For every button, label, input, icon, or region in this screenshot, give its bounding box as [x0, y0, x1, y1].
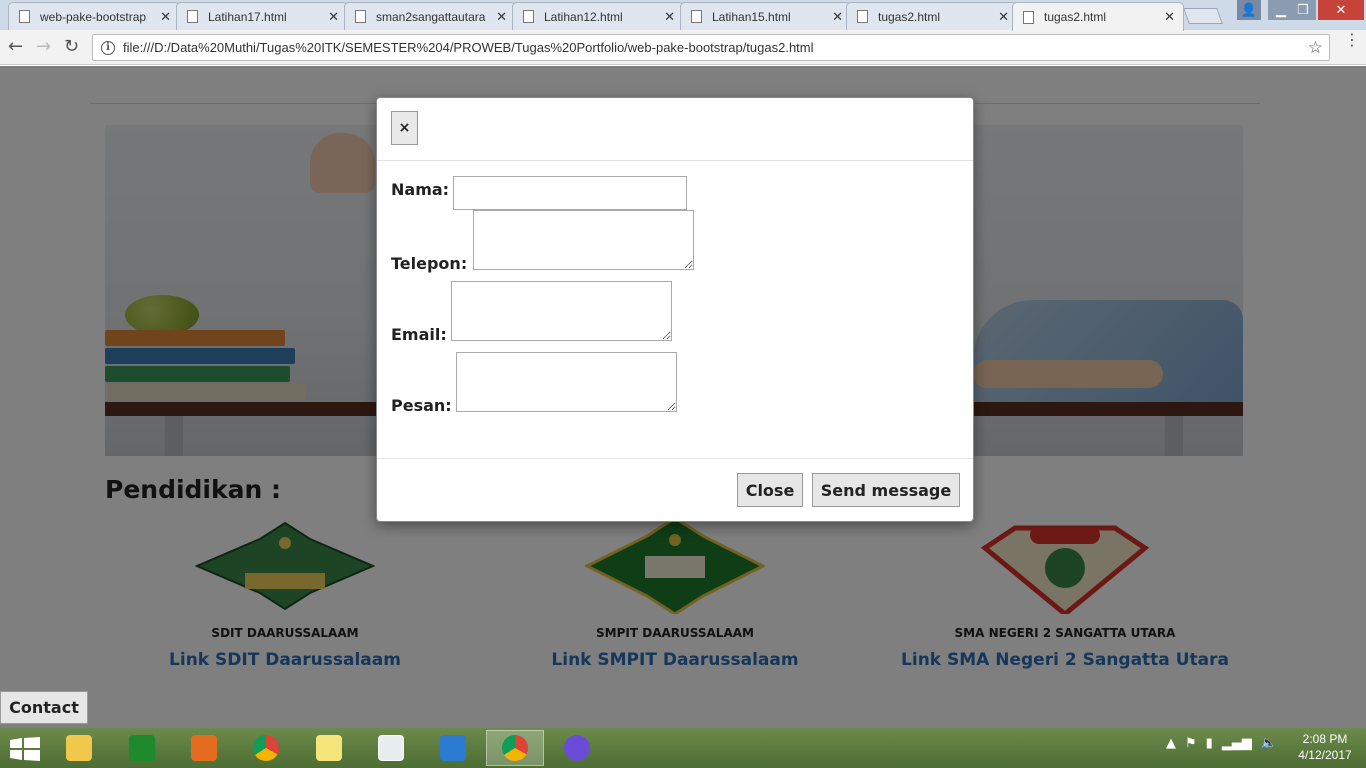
media-player-icon[interactable] [175, 730, 233, 766]
page-icon [1023, 10, 1034, 24]
tab-close-icon[interactable]: ✕ [160, 9, 171, 25]
file-explorer-icon[interactable] [50, 730, 108, 766]
nama-label: Nama: [391, 180, 450, 199]
signal-icon[interactable]: ▂▄▆ [1222, 736, 1252, 751]
telepon-textarea[interactable] [473, 210, 694, 270]
tab-tugas2-active[interactable]: tugas2.html ✕ [1012, 2, 1184, 31]
tab-title: Latihan17.html [208, 9, 287, 24]
page-icon [355, 10, 366, 23]
modal-close-icon[interactable]: × [391, 111, 418, 145]
flag-icon[interactable]: ⚑ [1185, 736, 1197, 751]
tab-close-icon[interactable]: ✕ [496, 9, 507, 25]
maximize-icon[interactable]: ❐ [1290, 0, 1316, 20]
user-profile-icon[interactable]: 👤 [1237, 0, 1261, 20]
tab-sman2sangattautara[interactable]: sman2sangattautara ✕ [344, 2, 516, 30]
store-icon[interactable] [113, 730, 171, 766]
modal-body: Nama: Telepon: Email: Pesan: [377, 161, 973, 459]
news-icon [378, 735, 404, 761]
telepon-label: Telepon: [391, 254, 468, 273]
cat-app-icon[interactable] [548, 730, 606, 766]
send-message-button[interactable]: Send message [812, 473, 960, 507]
modal-footer: Close Send message [377, 459, 973, 521]
note-icon [316, 735, 342, 761]
network-icon[interactable]: ▮ [1206, 736, 1213, 751]
tab-close-icon[interactable]: ✕ [1164, 9, 1175, 25]
tab-title: Latihan15.html [712, 9, 791, 24]
address-bar[interactable]: i file:///D:/Data%20Muthi/Tugas%20ITK/SE… [92, 34, 1330, 61]
tab-close-icon[interactable]: ✕ [832, 9, 843, 25]
pesan-label: Pesan: [391, 396, 452, 415]
tab-latihan12[interactable]: Latihan12.html ✕ [512, 2, 684, 30]
close-button[interactable]: Close [737, 473, 803, 507]
tab-title: tugas2.html [878, 9, 941, 24]
windows-taskbar: ▲ ⚑ ▮ ▂▄▆ 🔈 2:08 PM 4/12/2017 [0, 728, 1366, 768]
tab-close-icon[interactable]: ✕ [664, 9, 675, 25]
pesan-textarea[interactable] [456, 352, 677, 412]
news-app-icon[interactable] [362, 730, 420, 766]
play-icon [191, 735, 217, 761]
contact-modal: × Nama: Telepon: Email: Pesan: Close Sen… [376, 97, 974, 522]
brackets-logo-icon [440, 735, 466, 761]
reload-icon[interactable]: ↻ [64, 36, 79, 57]
system-tray: ▲ ⚑ ▮ ▂▄▆ 🔈 [1166, 736, 1277, 751]
sticky-notes-icon[interactable] [300, 730, 358, 766]
tab-title: sman2sangattautara [376, 9, 486, 24]
cat-icon [564, 735, 590, 761]
back-arrow-icon[interactable]: ← [8, 36, 23, 57]
chrome-logo-icon [253, 735, 279, 761]
clock-time: 2:08 PM [1302, 732, 1348, 746]
page-icon [691, 10, 702, 23]
tab-latihan17[interactable]: Latihan17.html ✕ [176, 2, 348, 30]
tab-web-pake-bootstrap[interactable]: web-pake-bootstrap ✕ [8, 2, 180, 30]
email-textarea[interactable] [451, 281, 672, 341]
new-tab-button[interactable] [1183, 8, 1223, 24]
tray-expand-icon[interactable]: ▲ [1166, 736, 1176, 751]
chrome-icon[interactable] [237, 730, 295, 766]
tab-close-icon[interactable]: ✕ [328, 9, 339, 25]
chrome-active-icon[interactable] [486, 730, 544, 766]
store-bag-icon [129, 735, 155, 761]
info-icon[interactable]: i [101, 40, 115, 55]
taskbar-clock[interactable]: 2:08 PM 4/12/2017 [1290, 731, 1360, 763]
browser-toolbar: ← → ↻ i file:///D:/Data%20Muthi/Tugas%20… [0, 30, 1366, 65]
tab-tugas2-a[interactable]: tugas2.html ✕ [846, 2, 1018, 30]
browser-tabstrip: web-pake-bootstrap ✕ Latihan17.html ✕ sm… [0, 0, 1366, 31]
page-icon [857, 10, 868, 23]
window-close-icon[interactable]: ✕ [1318, 0, 1364, 20]
tab-title: web-pake-bootstrap [40, 9, 147, 24]
bookmark-star-icon[interactable]: ☆ [1308, 38, 1323, 58]
modal-header: × [377, 98, 973, 161]
tab-latihan15[interactable]: Latihan15.html ✕ [680, 2, 852, 30]
url-text[interactable]: file:///D:/Data%20Muthi/Tugas%20ITK/SEME… [123, 40, 1308, 55]
tab-title: tugas2.html [1044, 10, 1107, 24]
page-icon [19, 10, 30, 23]
page-icon [187, 10, 198, 23]
volume-icon[interactable]: 🔈 [1261, 736, 1277, 751]
page-icon [523, 10, 534, 23]
tab-title: Latihan12.html [544, 9, 623, 24]
clock-date: 4/12/2017 [1298, 748, 1352, 762]
folder-icon [66, 735, 92, 761]
contact-button[interactable]: Contact [0, 691, 88, 724]
page-viewport: Pendidikan : SDIT DAARUSSALAAM Link SDIT… [0, 66, 1366, 728]
forward-arrow-icon[interactable]: → [36, 36, 51, 57]
windows-start-icon[interactable] [10, 737, 40, 761]
browser-menu-icon[interactable]: ⋮ [1344, 32, 1360, 48]
chrome-logo-icon [502, 735, 528, 761]
tab-close-icon[interactable]: ✕ [998, 9, 1009, 25]
brackets-icon[interactable] [424, 730, 482, 766]
email-label: Email: [391, 325, 447, 344]
nama-input[interactable] [453, 176, 687, 210]
